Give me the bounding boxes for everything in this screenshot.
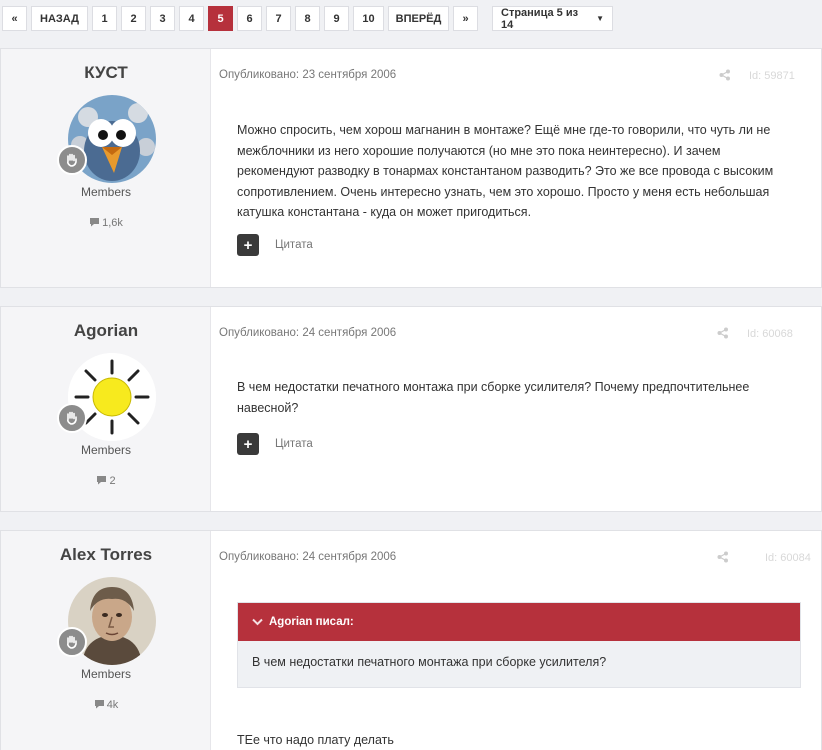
hand-wave-icon — [67, 635, 77, 649]
member-group: Members — [80, 667, 131, 681]
page-2-button[interactable]: 2 — [121, 6, 146, 31]
quote-text: В чем недостатки печатного монтажа при с… — [252, 655, 607, 669]
post: Alex Torres Members 4k Опубликовано: 24 … — [0, 530, 822, 750]
author-name-link[interactable]: КУСТ — [1, 63, 211, 83]
post-count-value: 2 — [109, 475, 116, 487]
page-4-button[interactable]: 4 — [179, 6, 204, 31]
author-name-link[interactable]: Alex Torres — [1, 545, 211, 565]
page-jump-dropdown[interactable]: Страница 5 из 14 ▼ — [492, 6, 613, 31]
caret-down-icon: ▼ — [596, 14, 604, 23]
author-panel: КУСТ Members 1,6k — [1, 49, 211, 287]
post-count: 4k — [1, 699, 211, 711]
page-1-button[interactable]: 1 — [92, 6, 117, 31]
quote-header[interactable]: Agorian писал: — [238, 603, 800, 641]
page-10-button[interactable]: 10 — [353, 6, 384, 31]
rank-badge — [57, 145, 87, 175]
post-content: Можно спросить, чем хорош магнанин в мон… — [237, 123, 774, 219]
author-name-link[interactable]: Agorian — [1, 321, 211, 341]
post-count-value: 4k — [106, 699, 119, 711]
author-panel: Alex Torres Members 4k — [1, 531, 211, 750]
pagination: « НАЗАД 1 2 3 4 5 6 7 8 9 10 ВПЕРЁД » Ст… — [2, 6, 613, 31]
hand-wave-icon — [67, 153, 77, 167]
hand-wave-icon — [67, 411, 77, 425]
speech-bubble-icon — [97, 476, 107, 485]
page-6-button[interactable]: 6 — [237, 6, 262, 31]
quote-button[interactable]: Цитата — [275, 239, 313, 251]
post-content: В чем недостатки печатного монтажа при с… — [237, 380, 750, 415]
member-group: Members — [80, 443, 131, 457]
page-8-button[interactable]: 8 — [295, 6, 320, 31]
page-7-button[interactable]: 7 — [266, 6, 291, 31]
next-page-button[interactable]: ВПЕРЁД — [388, 6, 449, 31]
post-id: Id: 60068 — [747, 328, 793, 340]
post-date[interactable]: Опубликовано: 24 сентября 2006 — [219, 551, 396, 563]
quote-author: Agorian писал: — [269, 616, 354, 628]
multiquote-plus-button[interactable]: + — [237, 433, 259, 455]
chevron-down-icon — [252, 615, 263, 629]
post-date[interactable]: Опубликовано: 24 сентября 2006 — [219, 327, 396, 339]
quote-button[interactable]: Цитата — [275, 438, 313, 450]
speech-bubble-icon — [90, 218, 100, 227]
quoted-message: Agorian писал: В чем недостатки печатног… — [237, 602, 801, 688]
post: Agorian Members 2 Опубликовано: 24 сентя… — [0, 306, 822, 512]
post-count-value: 1,6k — [102, 217, 123, 229]
multiquote-plus-button[interactable]: + — [237, 234, 259, 256]
page-9-button[interactable]: 9 — [324, 6, 349, 31]
post-count: 2 — [1, 475, 211, 487]
post: КУСТ Members 1,6k Опубликовано: 23 сентя… — [0, 48, 822, 288]
share-icon[interactable] — [717, 551, 729, 566]
post-content: ТЕе что надо плату делать — [237, 733, 394, 747]
first-page-button[interactable]: « — [2, 6, 27, 31]
page-3-button[interactable]: 3 — [150, 6, 175, 31]
share-icon[interactable] — [717, 327, 729, 342]
speech-bubble-icon — [94, 700, 104, 709]
prev-page-button[interactable]: НАЗАД — [31, 6, 88, 31]
post-id: Id: 60084 — [765, 552, 811, 564]
post-id: Id: 59871 — [749, 70, 795, 82]
last-page-button[interactable]: » — [453, 6, 478, 31]
post-count: 1,6k — [1, 217, 211, 229]
page-jump-label: Страница 5 из 14 — [501, 6, 579, 31]
rank-badge — [57, 403, 87, 433]
page-5-button-current[interactable]: 5 — [208, 6, 233, 31]
post-date[interactable]: Опубликовано: 23 сентября 2006 — [219, 69, 396, 81]
member-group: Members — [80, 185, 131, 199]
share-icon[interactable] — [719, 69, 731, 84]
author-panel: Agorian Members 2 — [1, 307, 211, 511]
rank-badge — [57, 627, 87, 657]
